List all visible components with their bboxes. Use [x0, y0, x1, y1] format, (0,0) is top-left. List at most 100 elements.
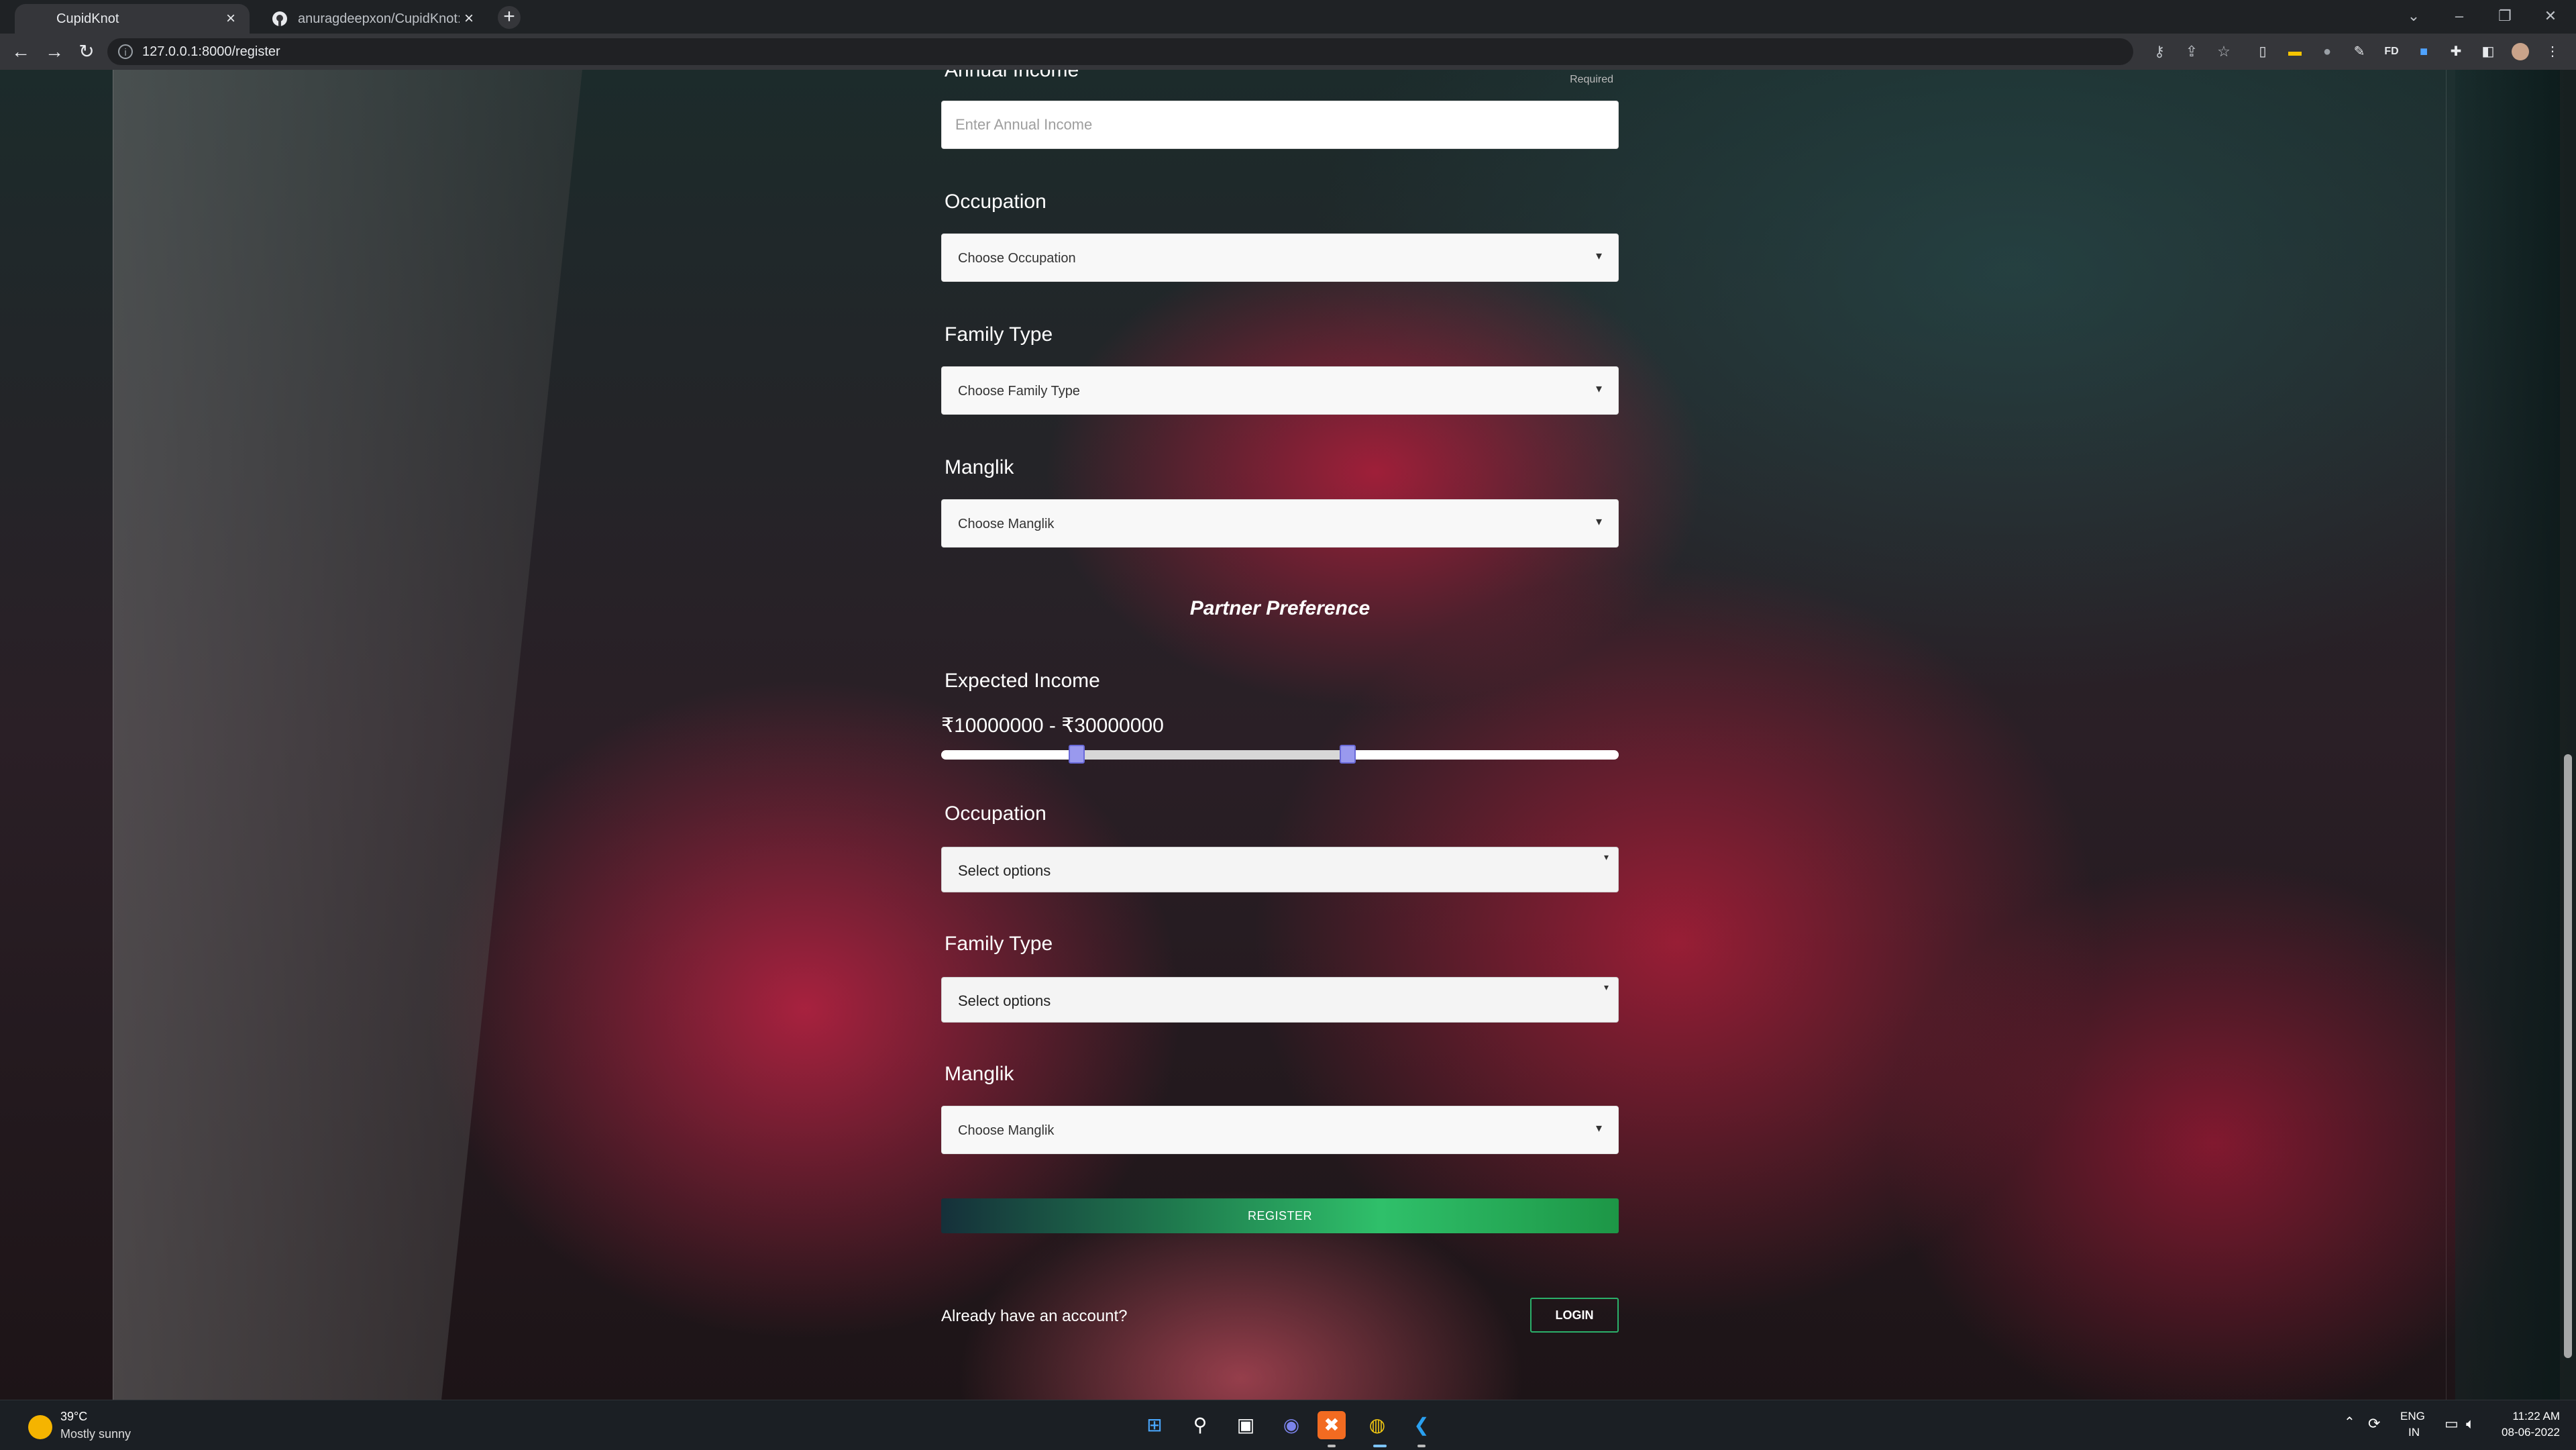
close-window-icon[interactable]: ✕: [2530, 3, 2571, 30]
slider-range-fill: [1077, 750, 1348, 760]
address-bar[interactable]: i 127.0.0.1:8000/register: [107, 38, 2133, 65]
running-indicator: [1417, 1445, 1426, 1447]
extension-icon[interactable]: ●: [2318, 43, 2336, 60]
site-info-icon[interactable]: i: [118, 44, 133, 59]
browser-toolbar: ← → ↻ i 127.0.0.1:8000/register ⚷ ⇪ ☆ ▯ …: [0, 34, 2576, 70]
annual-income-placeholder: Enter Annual Income: [955, 116, 1093, 133]
pref-family-type-multiselect[interactable]: Select options ▾: [941, 977, 1619, 1023]
annual-income-label: Annual Income: [945, 70, 1079, 81]
tab-search-icon[interactable]: ⌄: [2394, 3, 2434, 30]
pref-family-type-value: Select options: [958, 992, 1051, 1009]
tab-cupidknot[interactable]: CupidKnot ×: [15, 4, 250, 34]
phone-icon[interactable]: ▯: [2254, 43, 2271, 60]
close-icon[interactable]: ×: [221, 9, 240, 28]
github-icon: [271, 10, 288, 28]
puzzle-icon[interactable]: ✚: [2447, 43, 2465, 60]
chevron-up-icon[interactable]: ⌃: [2344, 1414, 2355, 1431]
occupation-label: Occupation: [945, 191, 1046, 213]
pref-occupation-label: Occupation: [945, 802, 1046, 825]
sync-icon[interactable]: ⟳: [2368, 1415, 2380, 1433]
chevron-down-icon: ▾: [1595, 249, 1602, 262]
family-type-select[interactable]: Choose Family Type ▾: [941, 366, 1619, 415]
chevron-down-icon: ▾: [1595, 382, 1602, 395]
expected-income-slider[interactable]: [941, 745, 1619, 764]
pref-occupation-value: Select options: [958, 862, 1051, 879]
register-page: Annual Income Required Enter Annual Inco…: [0, 70, 2576, 1400]
avatar[interactable]: [2512, 43, 2529, 60]
occupation-select[interactable]: Choose Occupation ▾: [941, 234, 1619, 282]
chevron-down-icon: ▾: [1595, 515, 1602, 528]
scrollbar-thumb[interactable]: [2564, 754, 2572, 1358]
running-indicator: [1328, 1445, 1336, 1447]
partner-preference-title: Partner Preference: [1189, 597, 1371, 619]
family-type-label: Family Type: [945, 323, 1053, 346]
page-scrollbar[interactable]: [2560, 70, 2576, 1400]
vscode-icon[interactable]: ❮: [1407, 1411, 1436, 1439]
fd-extension-icon[interactable]: FD: [2383, 43, 2400, 60]
divider: [2446, 70, 2447, 1400]
required-note: Required: [1570, 74, 1613, 85]
region-indicator[interactable]: IN: [2408, 1426, 2420, 1439]
extension-icon[interactable]: ■: [2415, 43, 2432, 60]
manglik-value: Choose Manglik: [958, 517, 1055, 531]
chevron-down-icon: ▾: [1603, 982, 1609, 992]
page-favicon-icon: [30, 10, 47, 28]
bookmark-star-icon[interactable]: ☆: [2215, 43, 2233, 60]
tab-title: anuragdeepxon/CupidKnot: Cup: [298, 11, 460, 26]
close-icon[interactable]: ×: [460, 9, 478, 28]
expected-income-label: Expected Income: [945, 670, 1100, 692]
chat-icon[interactable]: ◉: [1277, 1411, 1305, 1439]
clock-time[interactable]: 11:22 AM: [2493, 1410, 2560, 1423]
language-indicator[interactable]: ENG: [2400, 1410, 2425, 1423]
family-type-value: Choose Family Type: [958, 384, 1080, 399]
manglik-select[interactable]: Choose Manglik ▾: [941, 499, 1619, 548]
reload-icon[interactable]: ↻: [75, 40, 98, 63]
pref-family-type-label: Family Type: [945, 933, 1053, 955]
expected-income-range: ₹10000000 - ₹30000000: [941, 715, 1164, 737]
clock-date[interactable]: 08-06-2022: [2493, 1426, 2560, 1439]
active-indicator: [1373, 1445, 1387, 1447]
chrome-icon[interactable]: ◍: [1363, 1411, 1391, 1439]
weather-sun-icon[interactable]: [28, 1415, 52, 1439]
task-view-icon[interactable]: ▣: [1232, 1411, 1260, 1439]
share-icon[interactable]: ⇪: [2183, 43, 2200, 60]
background-leaves: [2455, 70, 2576, 1400]
glass-panel: [113, 70, 582, 1400]
volume-icon[interactable]: 🔈︎: [2466, 1415, 2475, 1433]
slider-min-handle[interactable]: [1069, 745, 1085, 764]
already-account-text: Already have an account?: [941, 1307, 1128, 1325]
tab-github[interactable]: anuragdeepxon/CupidKnot: Cup ×: [256, 4, 488, 34]
minimize-icon[interactable]: –: [2439, 3, 2479, 30]
sidebar-icon[interactable]: ◧: [2479, 43, 2497, 60]
pref-occupation-multiselect[interactable]: Select options ▾: [941, 847, 1619, 892]
tab-bar: CupidKnot × anuragdeepxon/CupidKnot: Cup…: [0, 0, 2576, 34]
login-button[interactable]: LOGIN: [1530, 1298, 1619, 1333]
chevron-down-icon: ▾: [1595, 1121, 1602, 1135]
windows-start-icon[interactable]: ⊞: [1140, 1411, 1169, 1439]
tab-title: CupidKnot: [56, 11, 119, 26]
extension-icon[interactable]: ▬: [2286, 43, 2304, 60]
pref-manglik-value: Choose Manglik: [958, 1123, 1055, 1138]
pen-icon[interactable]: ✎: [2351, 43, 2368, 60]
new-tab-button[interactable]: +: [498, 6, 521, 29]
register-button[interactable]: REGISTER: [941, 1198, 1619, 1233]
forward-icon[interactable]: →: [43, 40, 66, 63]
xampp-icon[interactable]: ✖: [1318, 1411, 1346, 1439]
menu-icon[interactable]: ⋮: [2544, 43, 2561, 60]
slider-max-handle[interactable]: [1340, 745, 1356, 764]
back-icon[interactable]: ←: [9, 40, 32, 63]
taskbar: 39°C Mostly sunny ⊞ ⚲ ▣ ◉ ✖ ◍ ❮ ⌃ ⟳ ENG …: [0, 1400, 2576, 1450]
weather-temp[interactable]: 39°C: [60, 1410, 87, 1424]
key-icon[interactable]: ⚷: [2151, 43, 2168, 60]
annual-income-input[interactable]: Enter Annual Income: [941, 101, 1619, 149]
chevron-down-icon: ▾: [1603, 851, 1609, 862]
manglik-label: Manglik: [945, 456, 1014, 478]
network-icon[interactable]: ▭: [2445, 1415, 2459, 1433]
restore-icon[interactable]: ❐: [2485, 3, 2525, 30]
pref-manglik-select[interactable]: Choose Manglik ▾: [941, 1106, 1619, 1154]
pref-manglik-label: Manglik: [945, 1063, 1014, 1085]
search-icon[interactable]: ⚲: [1186, 1411, 1214, 1439]
occupation-value: Choose Occupation: [958, 251, 1076, 266]
url-text: 127.0.0.1:8000/register: [142, 44, 280, 59]
weather-desc[interactable]: Mostly sunny: [60, 1427, 131, 1441]
